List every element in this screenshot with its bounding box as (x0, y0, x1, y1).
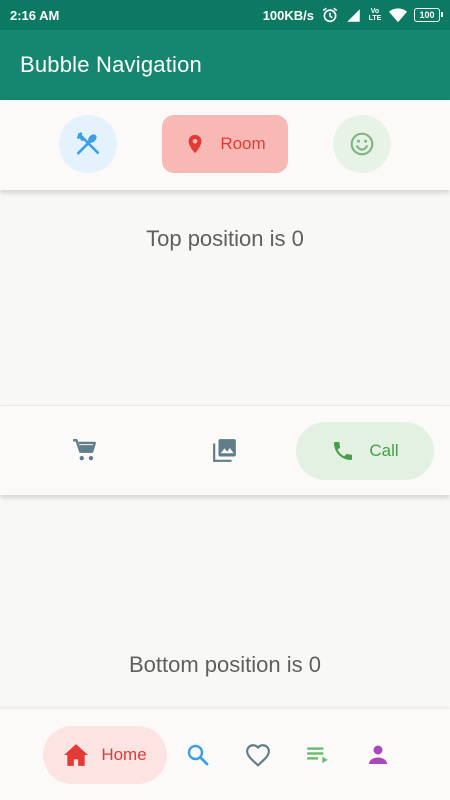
bottom-bubble-navigation: Home (0, 708, 450, 800)
volte-icon: Vo LTE (368, 8, 382, 22)
network-type: Vo LTE (368, 8, 382, 22)
shopping-cart-icon (72, 437, 98, 463)
status-time: 2:16 AM (10, 7, 60, 23)
top-nav-item-room-label: Room (220, 134, 266, 153)
alarm-icon (321, 6, 339, 24)
wifi-icon (389, 7, 407, 23)
mid-nav-item-cart[interactable] (58, 420, 112, 480)
status-bar: 2:16 AM 100KB/s Vo LTE 100 (0, 0, 450, 30)
app-bar: Bubble Navigation (0, 30, 450, 100)
smiley-icon (349, 131, 375, 157)
network-speed: 100KB/s (262, 7, 314, 23)
battery-level: 100 (419, 10, 435, 20)
middle-bubble-navigation: Call (0, 405, 450, 495)
playlist-icon (305, 743, 331, 767)
status-icons: 100KB/s Vo LTE 100 (262, 6, 443, 24)
photo-library-icon (212, 437, 238, 463)
fork-spoon-icon (75, 131, 101, 157)
home-icon (63, 743, 89, 767)
top-position-text: Top position is 0 (146, 226, 304, 251)
bottom-nav-item-search[interactable] (178, 726, 218, 784)
top-nav-item-restaurant[interactable] (59, 115, 117, 173)
top-nav-item-room[interactable]: Room (162, 115, 288, 173)
top-bubble-navigation: Room (0, 100, 450, 190)
battery-icon: 100 (414, 8, 443, 22)
signal-icon (346, 8, 361, 23)
bottom-nav-item-favorites[interactable] (238, 726, 278, 784)
bottom-nav-item-home[interactable]: Home (43, 726, 167, 784)
page-title: Bubble Navigation (20, 52, 202, 77)
mid-nav-item-call-label: Call (369, 441, 399, 460)
bottom-nav-item-home-label: Home (101, 745, 147, 764)
mid-nav-item-photos[interactable] (198, 420, 252, 480)
search-icon (186, 743, 210, 767)
person-icon (366, 743, 390, 767)
location-pin-icon (184, 131, 206, 157)
mid-nav-item-call[interactable]: Call (296, 422, 434, 480)
phone-icon (331, 439, 355, 463)
heart-icon (245, 743, 271, 767)
bottom-nav-item-playlist[interactable] (298, 726, 338, 784)
bottom-position-text: Bottom position is 0 (129, 652, 321, 677)
top-nav-item-happy[interactable] (333, 115, 391, 173)
bottom-nav-item-profile[interactable] (358, 726, 398, 784)
